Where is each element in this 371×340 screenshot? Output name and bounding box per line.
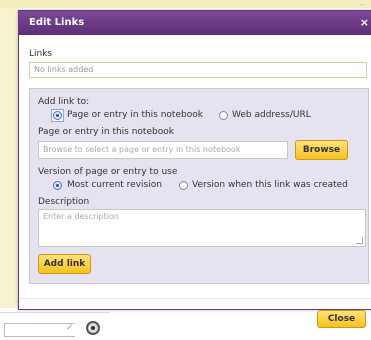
add-link-to-label: Add link to: xyxy=(38,97,90,107)
dialog-titlebar[interactable]: Edit Links × xyxy=(19,11,371,35)
close-icon[interactable]: × xyxy=(360,16,369,29)
footer-divider xyxy=(19,298,371,299)
radio-web-address[interactable] xyxy=(219,111,228,120)
page-entry-input[interactable]: Browse to select a page or entry in this… xyxy=(38,141,288,159)
radio-current-revision-label[interactable]: Most current revision xyxy=(67,180,162,190)
check-icon: ✓ xyxy=(66,323,74,333)
version-label: Version of page or entry to use xyxy=(38,167,178,177)
background-mark: ... xyxy=(359,0,365,7)
background-toolbar: ... xyxy=(0,0,371,8)
links-label: Links xyxy=(29,49,53,59)
description-textarea[interactable]: Enter a description xyxy=(38,209,366,247)
background-input[interactable] xyxy=(4,323,75,337)
close-button[interactable]: Close xyxy=(317,310,366,328)
browse-button[interactable]: Browse xyxy=(295,140,348,160)
record-button-icon[interactable] xyxy=(86,321,100,335)
dialog-title: Edit Links xyxy=(29,17,85,28)
background-bottom-bar: ✓ xyxy=(0,312,110,340)
description-label: Description xyxy=(38,197,90,207)
radio-created-version-label[interactable]: Version when this link was created xyxy=(192,180,348,190)
radio-current-revision[interactable] xyxy=(53,181,62,190)
resize-grip-icon[interactable] xyxy=(356,237,363,244)
radio-page-entry[interactable] xyxy=(53,111,62,120)
add-link-button[interactable]: Add link xyxy=(38,254,91,274)
add-link-panel: Add link to: Page or entry in this noteb… xyxy=(29,88,369,284)
edit-links-dialog: Edit Links × Links No links added Add li… xyxy=(18,10,371,328)
radio-web-address-label[interactable]: Web address/URL xyxy=(232,110,311,120)
radio-page-entry-label[interactable]: Page or entry in this notebook xyxy=(67,110,203,120)
radio-created-version[interactable] xyxy=(179,181,188,190)
links-list: No links added xyxy=(29,62,367,78)
background-sidebar xyxy=(0,8,18,308)
description-placeholder: Enter a description xyxy=(43,212,119,221)
page-entry-label: Page or entry in this notebook xyxy=(38,127,174,137)
